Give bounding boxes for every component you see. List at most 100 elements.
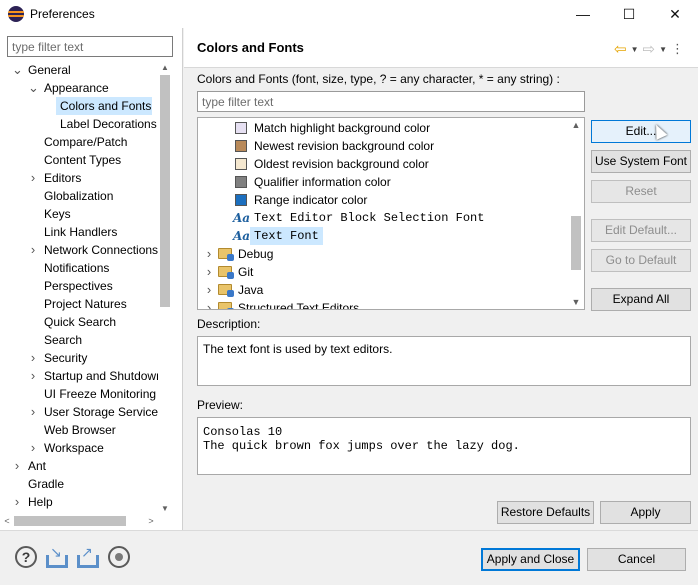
window-title: Preferences — [30, 7, 95, 21]
tree-item-label: Keys — [44, 207, 71, 221]
view-menu-icon[interactable]: ⋮ — [671, 41, 684, 57]
chevron-right-icon[interactable]: › — [204, 263, 214, 281]
tree-item-label: Network Connections — [44, 243, 159, 257]
scroll-thumb[interactable] — [14, 516, 126, 526]
chevron-down-icon[interactable]: ⌄ — [12, 61, 23, 79]
tree-item-label: Notifications — [44, 261, 110, 275]
tree-item-label: Globalization — [44, 189, 114, 203]
scroll-down-icon[interactable]: ▼ — [568, 295, 584, 309]
colors-fonts-item[interactable]: › Debug — [198, 245, 566, 263]
page-description: Colors and Fonts (font, size, type, ? = … — [197, 72, 560, 86]
color-swatch-icon — [235, 122, 247, 134]
chevron-right-icon[interactable]: › — [28, 169, 38, 187]
tree-item-label: Compare/Patch — [44, 135, 128, 149]
chevron-right-icon[interactable]: › — [28, 403, 38, 421]
scroll-up-icon[interactable]: ▲ — [158, 63, 172, 75]
preview-line-1: Consolas 10 — [203, 425, 283, 439]
colors-fonts-item[interactable]: Range indicator color — [198, 191, 566, 209]
tree-item[interactable]: Colors and Fonts — [56, 97, 152, 115]
chevron-right-icon[interactable]: › — [204, 245, 214, 263]
scroll-up-icon[interactable]: ▲ — [568, 118, 584, 132]
back-menu-icon[interactable]: ▼ — [631, 45, 639, 54]
tree-vertical-scrollbar[interactable]: ▲ ▼ — [158, 63, 172, 516]
colors-fonts-item[interactable]: › Git — [198, 263, 566, 281]
color-swatch-icon — [235, 176, 247, 188]
scroll-down-icon[interactable]: ▼ — [158, 504, 172, 516]
title-bar: Preferences — ☐ ✕ — [0, 0, 698, 28]
tree-item-label: User Storage Service — [44, 405, 159, 419]
apply-button[interactable]: Apply — [600, 501, 691, 524]
scroll-left-icon[interactable]: < — [0, 514, 14, 528]
tree-item-label: Link Handlers — [44, 225, 118, 239]
help-icon[interactable]: ? — [15, 546, 37, 568]
reset-button[interactable]: Reset — [591, 180, 691, 203]
tree-item-label: Workspace — [44, 441, 104, 455]
export-icon[interactable]: ↗ — [77, 544, 99, 568]
minimize-button[interactable]: — — [560, 0, 606, 28]
filter-input[interactable] — [7, 36, 173, 57]
apply-and-close-button[interactable]: Apply and Close — [481, 548, 580, 571]
colors-fonts-item[interactable]: › Structured Text Editors — [198, 299, 566, 309]
cancel-button[interactable]: Cancel — [587, 548, 686, 571]
colors-fonts-item-label: Text Font — [250, 227, 323, 245]
tree-item-label: Security — [44, 351, 88, 365]
use-system-font-button[interactable]: Use System Font — [591, 150, 691, 173]
tree-horizontal-scrollbar[interactable]: < > — [0, 514, 158, 528]
font-icon: Aa — [233, 229, 251, 243]
expand-all-button[interactable]: Expand All — [591, 288, 691, 311]
colors-fonts-item-label: Git — [238, 265, 254, 279]
colors-fonts-item[interactable]: Qualifier information color — [198, 173, 566, 191]
chevron-right-icon[interactable]: › — [204, 281, 214, 299]
tree-item-label: Editors — [44, 171, 82, 185]
forward-arrow-icon[interactable]: ⇨ — [643, 40, 656, 58]
edit-default-button[interactable]: Edit Default... — [591, 219, 691, 242]
preview-label: Preview: — [197, 398, 244, 412]
colors-fonts-item[interactable]: Aa Text Font — [198, 227, 566, 245]
import-icon[interactable]: ↘ — [46, 544, 68, 568]
chevron-down-icon[interactable]: ⌄ — [28, 79, 39, 97]
chevron-right-icon[interactable]: › — [12, 493, 22, 511]
tree-item-label: Project Natures — [44, 297, 127, 311]
tree-item-label: Startup and Shutdown — [44, 369, 163, 383]
scroll-thumb[interactable] — [571, 216, 581, 270]
chevron-right-icon[interactable]: › — [28, 241, 38, 259]
tree-item-label: Content Types — [44, 153, 122, 167]
tree-item-label: Perspectives — [44, 279, 113, 293]
scroll-right-icon[interactable]: > — [144, 514, 158, 528]
forward-menu-icon[interactable]: ▼ — [659, 45, 667, 54]
eclipse-logo-icon — [8, 6, 24, 22]
back-arrow-icon[interactable]: ⇦ — [614, 40, 627, 58]
folder-icon — [218, 266, 234, 279]
go-to-default-button[interactable]: Go to Default — [591, 249, 691, 272]
close-button[interactable]: ✕ — [652, 0, 698, 28]
chevron-right-icon[interactable]: › — [204, 299, 214, 309]
colors-fonts-item-label: Debug — [238, 247, 274, 261]
chevron-right-icon[interactable]: › — [12, 457, 22, 475]
chevron-right-icon[interactable]: › — [28, 349, 38, 367]
color-swatch-icon — [235, 140, 247, 152]
colors-fonts-item[interactable]: Oldest revision background color — [198, 155, 566, 173]
maximize-button[interactable]: ☐ — [606, 0, 652, 28]
colors-fonts-scrollbar[interactable]: ▲ ▼ — [568, 118, 584, 309]
edit-button[interactable]: Edit... — [591, 120, 691, 143]
colors-fonts-filter-input[interactable] — [197, 91, 585, 112]
chevron-right-icon[interactable]: › — [28, 367, 38, 385]
scroll-thumb[interactable] — [160, 75, 170, 307]
colors-fonts-item[interactable]: › Java — [198, 281, 566, 299]
colors-fonts-tree: › Structured Text Editors › Java › Git › Debug A… — [197, 117, 585, 310]
chevron-right-icon[interactable]: › — [28, 439, 38, 457]
tree-item-label: Colors and Fonts — [60, 99, 152, 113]
preference-tree: ⌄ General ⌄ Appearance Colors and Fonts Label… — [0, 61, 172, 516]
tree-item-label: Search — [44, 333, 83, 347]
preview-text: Consolas 10 The quick brown fox jumps ov… — [203, 425, 520, 453]
description-box: The text font is used by text editors. — [197, 336, 691, 386]
record-icon[interactable] — [108, 546, 130, 568]
color-swatch-icon — [235, 158, 247, 170]
restore-defaults-button[interactable]: Restore Defaults — [497, 501, 594, 524]
preview-line-2: The quick brown fox jumps over the lazy … — [203, 439, 520, 453]
colors-fonts-item[interactable]: Aa Text Editor Block Selection Font — [198, 209, 566, 227]
colors-fonts-item-label: Newest revision background color — [254, 139, 435, 153]
tree-item-label: Label Decorations — [60, 117, 157, 131]
colors-fonts-item[interactable]: Newest revision background color — [198, 137, 566, 155]
colors-fonts-item[interactable]: Match highlight background color — [198, 119, 566, 137]
